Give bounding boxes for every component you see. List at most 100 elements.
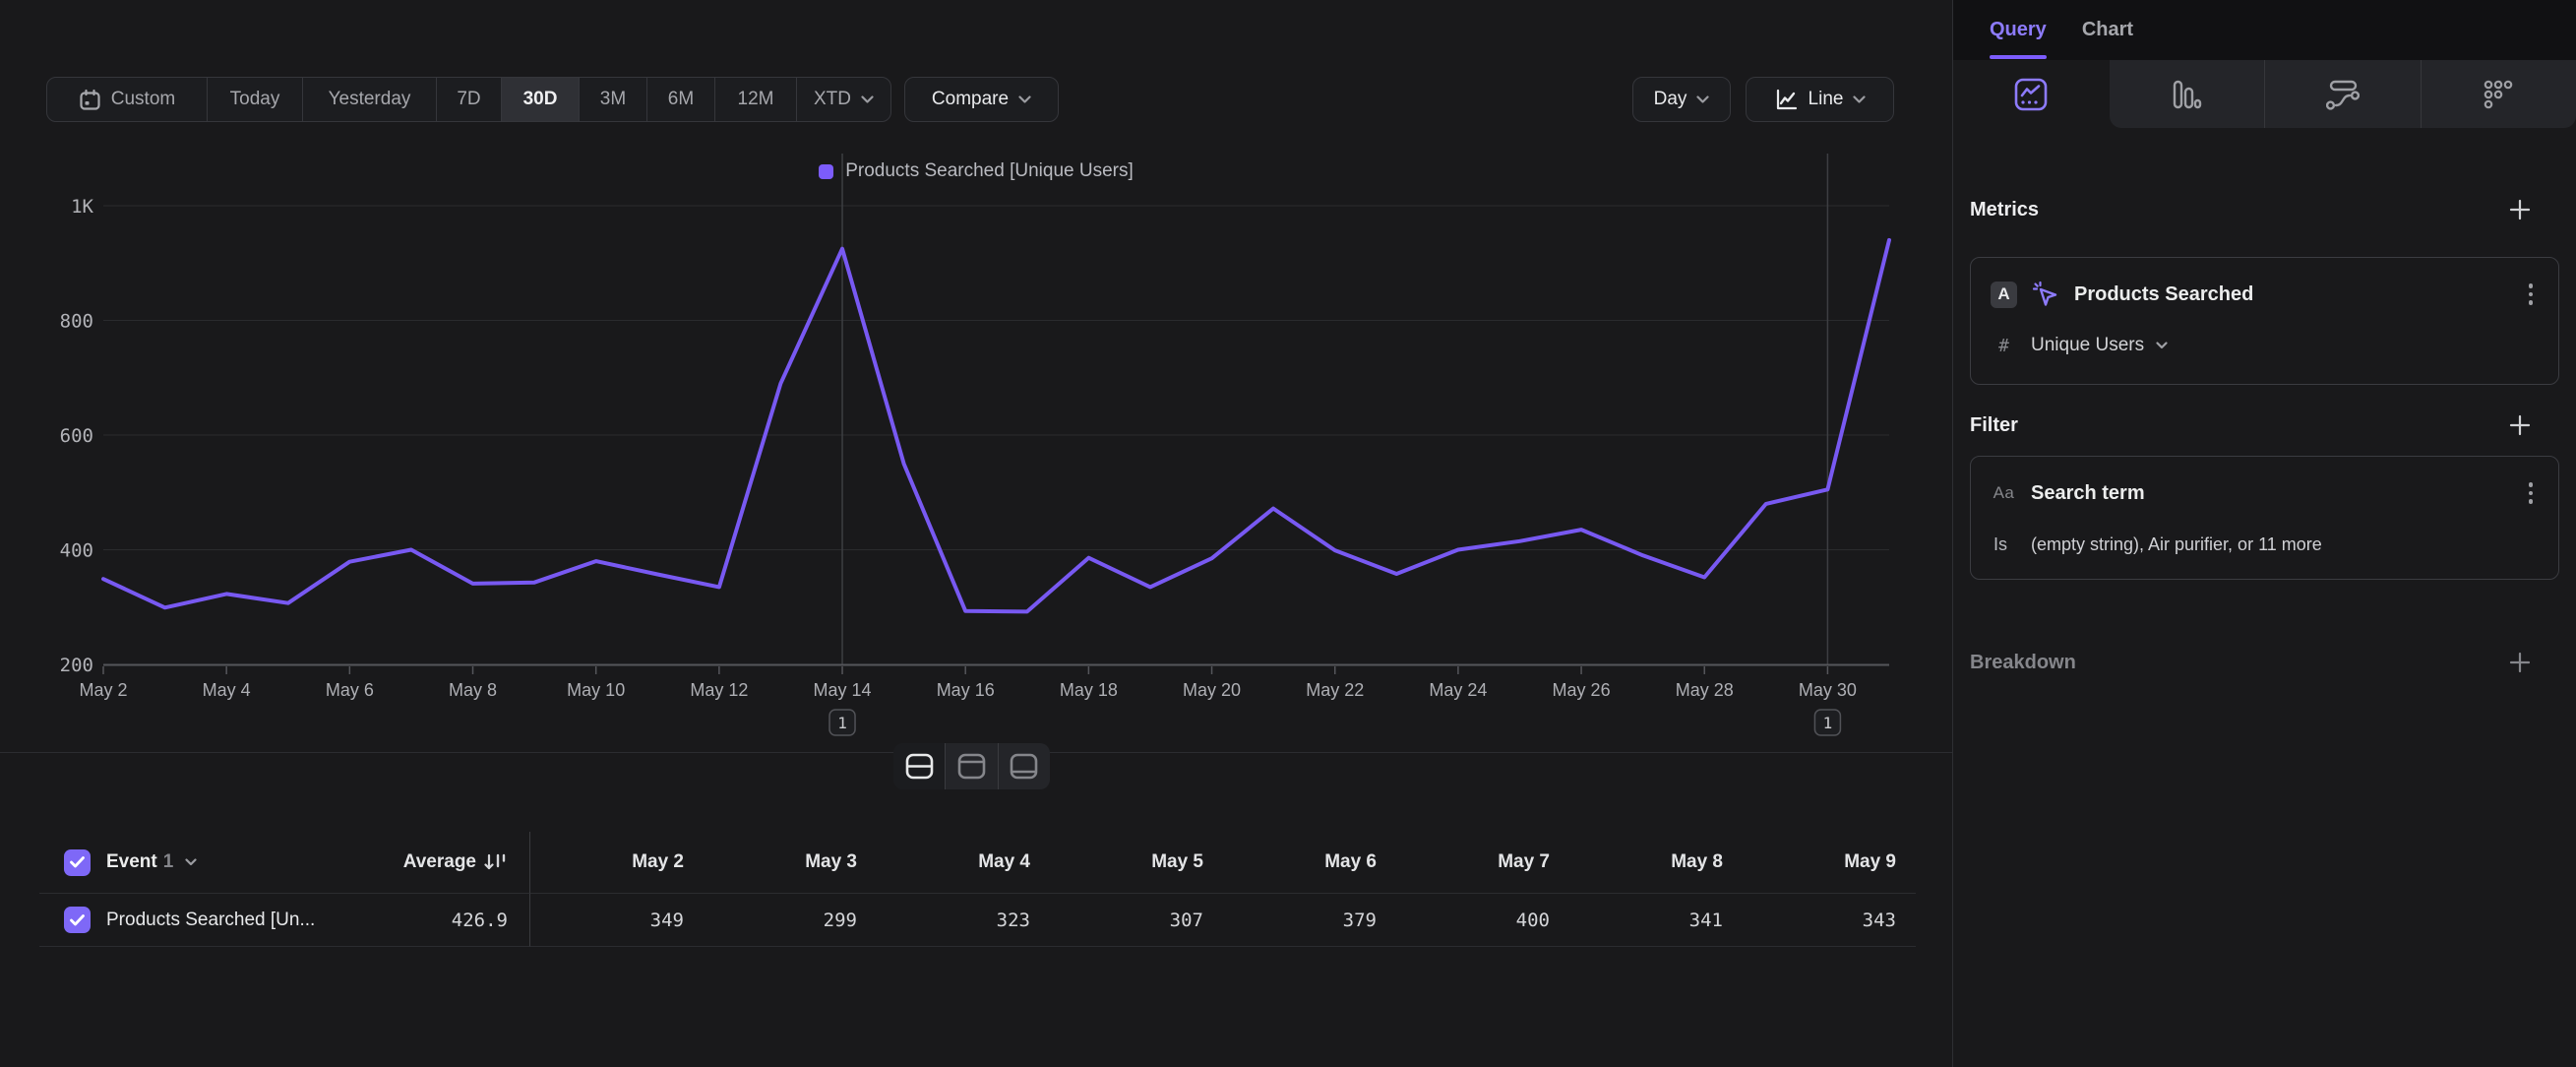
table-column-header[interactable]: May 8 — [1569, 832, 1743, 894]
breakdown-section-header: Breakdown — [1970, 651, 2559, 674]
number-type-icon: # — [1991, 336, 2017, 356]
main-area: CustomTodayYesterday7D30D3M6M12MXTD Comp… — [0, 0, 1952, 1067]
bar-chart-icon — [2171, 79, 2202, 110]
table-cell-value[interactable]: 349 — [530, 894, 704, 947]
table-cell-value[interactable]: 379 — [1223, 894, 1396, 947]
plus-icon — [2508, 651, 2532, 674]
view-toggle — [893, 743, 1050, 789]
split-view-icon — [905, 753, 934, 780]
table-column-header[interactable]: May 2 — [530, 832, 704, 894]
data-line — [103, 240, 1889, 612]
insights-line-icon — [2013, 77, 2049, 112]
table-view-icon — [1010, 753, 1038, 780]
flows-icon — [2326, 79, 2360, 110]
y-axis-label: 800 — [60, 311, 93, 333]
filter-property-name: Search term — [2031, 482, 2145, 505]
filter-section-header: Filter — [1970, 413, 2559, 437]
event-cursor-icon — [2031, 280, 2060, 309]
x-axis-label: May 16 — [937, 680, 995, 700]
x-axis-label: May 24 — [1429, 680, 1487, 700]
tab-query[interactable]: Query — [1990, 0, 2047, 60]
metric-menu-button[interactable] — [2529, 283, 2534, 305]
average-sort-control[interactable]: Average — [403, 851, 508, 873]
row-checkbox[interactable] — [64, 907, 91, 933]
x-axis-label: May 10 — [567, 680, 625, 700]
table-column-header[interactable]: May 4 — [877, 832, 1050, 894]
select-all-checkbox[interactable] — [64, 849, 91, 876]
plus-icon — [2508, 413, 2532, 437]
chart-type-flows[interactable] — [2265, 60, 2421, 128]
filter-card-condition-row: Is (empty string), Air purifier, or 11 m… — [1991, 532, 2539, 557]
chart-type-insights[interactable] — [1953, 60, 2110, 128]
table-cell-value[interactable]: 341 — [1569, 894, 1743, 947]
data-table: Event 1 Average May 2May 3May 4May 5May … — [39, 832, 1916, 947]
tab-chart[interactable]: Chart — [2082, 0, 2133, 60]
x-axis-label: May 8 — [449, 680, 497, 700]
x-axis-label: May 26 — [1553, 680, 1611, 700]
table-cell-value[interactable]: 299 — [704, 894, 877, 947]
metric-card-agg-row: # Unique Users — [1991, 333, 2539, 358]
add-breakdown-button[interactable] — [2508, 651, 2532, 674]
query-panel: Query Chart Metrics — [1952, 0, 2576, 1067]
x-axis-label: May 6 — [326, 680, 374, 700]
metrics-title: Metrics — [1970, 199, 2039, 221]
filter-menu-button[interactable] — [2529, 482, 2534, 504]
filter-title: Filter — [1970, 414, 2018, 437]
add-filter-button[interactable] — [2508, 413, 2532, 437]
chart-type-strip — [1953, 60, 2576, 128]
filter-operator: Is — [1991, 534, 2017, 555]
filter-value[interactable]: (empty string), Air purifier, or 11 more — [2031, 534, 2322, 555]
tab-query-label: Query — [1990, 19, 2047, 41]
filter-card[interactable]: Aa Search term Is (empty string), Air pu… — [1970, 456, 2559, 580]
check-icon — [70, 914, 85, 926]
x-axis-label: May 14 — [814, 680, 872, 700]
table-column-header[interactable]: May 7 — [1396, 832, 1569, 894]
chart-type-retention[interactable] — [2422, 60, 2576, 128]
y-axis-label: 200 — [60, 655, 93, 676]
chart-type-bar[interactable] — [2110, 60, 2265, 128]
table-cell-value[interactable]: 400 — [1396, 894, 1569, 947]
metric-name: Products Searched — [2074, 283, 2253, 306]
chevron-down-icon — [2156, 342, 2168, 349]
event-dropdown[interactable]: Event 1 — [106, 851, 197, 873]
check-icon — [70, 856, 85, 868]
x-axis-label: May 12 — [690, 680, 748, 700]
aggregation-label: Unique Users — [2031, 335, 2144, 356]
retention-dots-icon — [2483, 79, 2514, 110]
split-view-button[interactable] — [893, 743, 946, 789]
table-view-button[interactable] — [999, 743, 1050, 789]
table-column-header[interactable]: May 3 — [704, 832, 877, 894]
table-cell-value[interactable]: 343 — [1743, 894, 1916, 947]
row-average: 426.9 — [452, 910, 508, 931]
x-axis-label: May 2 — [79, 680, 127, 700]
average-label: Average — [403, 851, 476, 873]
annotation-badge-label: 1 — [837, 714, 847, 732]
table-column-header[interactable]: May 5 — [1050, 832, 1223, 894]
table-cell-value[interactable]: 307 — [1050, 894, 1223, 947]
add-metric-button[interactable] — [2508, 198, 2532, 221]
chart-type-group — [2110, 60, 2576, 128]
panel-body: Metrics A Products Searched # Unique Use… — [1953, 198, 2576, 674]
chart-view-button[interactable] — [946, 743, 998, 789]
plus-icon — [2508, 198, 2532, 221]
breakdown-title: Breakdown — [1970, 652, 2076, 674]
table-column-header[interactable]: May 9 — [1743, 832, 1916, 894]
annotation-badge-label: 1 — [1823, 714, 1833, 732]
event-count: 1 — [163, 851, 174, 873]
panel-tabs: Query Chart — [1953, 0, 2576, 60]
table-column-header[interactable]: May 6 — [1223, 832, 1396, 894]
x-axis-label: May 22 — [1306, 680, 1364, 700]
chevron-down-icon — [185, 858, 197, 866]
table-header-left: Event 1 Average — [39, 832, 530, 894]
string-type-icon: Aa — [1991, 483, 2017, 503]
metric-card[interactable]: A Products Searched # Unique Users — [1970, 257, 2559, 385]
table-cell-value[interactable]: 323 — [877, 894, 1050, 947]
row-name: Products Searched [Un... — [106, 910, 315, 931]
sort-descending-icon — [484, 851, 508, 873]
aggregation-dropdown[interactable]: Unique Users — [2031, 335, 2168, 356]
x-axis-label: May 18 — [1060, 680, 1118, 700]
line-chart[interactable]: 2004006008001KMay 2May 4May 6May 8May 10… — [0, 0, 1952, 752]
y-axis-label: 1K — [71, 196, 93, 218]
analytics-app: CustomTodayYesterday7D30D3M6M12MXTD Comp… — [0, 0, 2576, 1067]
y-axis-label: 400 — [60, 540, 93, 562]
